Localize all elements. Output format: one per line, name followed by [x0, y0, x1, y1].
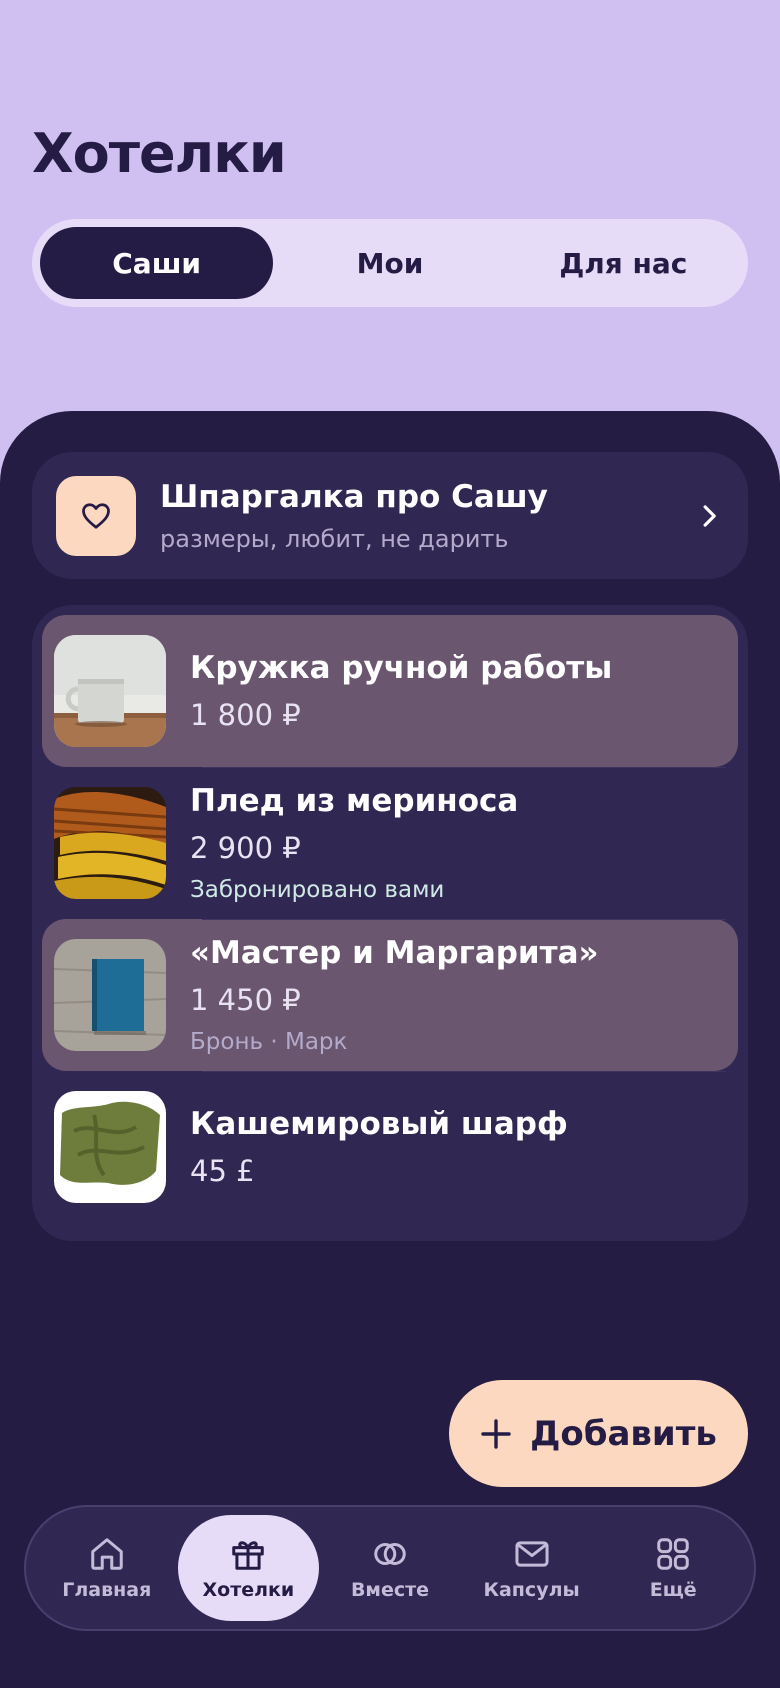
nav-label: Главная [62, 1579, 152, 1601]
blanket-thumbnail [54, 787, 166, 899]
nav-home[interactable]: Главная [36, 1515, 178, 1621]
nav-capsules[interactable]: Капсулы [461, 1515, 603, 1621]
gift-icon [232, 1541, 265, 1570]
item-title: «Мастер и Маргарита» [190, 935, 599, 971]
rings-icon [374, 1542, 406, 1566]
list-item[interactable]: Кашемировый шарф 45 £ [42, 1071, 738, 1223]
scarf-thumbnail [54, 1091, 166, 1203]
item-status: Забронировано вами [190, 877, 445, 903]
tab-moi[interactable]: Мои [273, 227, 506, 299]
segmented-control: Саши Мои Для нас [32, 219, 748, 307]
item-title: Плед из мериноса [190, 783, 519, 819]
mug-thumbnail [54, 635, 166, 747]
plus-icon [481, 1418, 511, 1449]
nav-more[interactable]: Ещё [602, 1515, 744, 1621]
nav-wishlist[interactable]: Хотелки [177, 1515, 320, 1621]
nav-label: Вместе [350, 1579, 430, 1601]
book-thumbnail [54, 939, 166, 1051]
bottom-tab-bar: Главная Хотелки Вместе Капсулы Ещё [24, 1505, 756, 1631]
grid-icon [657, 1538, 689, 1570]
list-item[interactable]: «Мастер и Маргарита» 1 450 ₽ Бронь · Мар… [42, 919, 738, 1071]
item-title: Кружка ручной работы [190, 650, 613, 686]
wishlist: Кружка ручной работы 1 800 ₽ Плед из мер… [32, 605, 748, 1241]
list-item[interactable]: Кружка ручной работы 1 800 ₽ [42, 615, 738, 767]
item-price: 45 £ [190, 1154, 255, 1188]
home-icon [91, 1538, 123, 1570]
cheatsheet-title: Шпаргалка про Сашу [160, 478, 548, 515]
nav-label: Капсулы [483, 1579, 580, 1601]
tab-sashi[interactable]: Саши [40, 227, 274, 299]
envelope-icon [515, 1541, 549, 1567]
item-price: 2 900 ₽ [190, 831, 301, 865]
page-title: Хотелки [32, 122, 287, 185]
cheatsheet-card[interactable]: Шпаргалка про Сашу размеры, любит, не да… [32, 452, 748, 579]
cheatsheet-subtitle: размеры, любит, не дарить [160, 524, 509, 553]
add-button-label: Добавить [530, 1413, 717, 1454]
list-item[interactable]: Плед из мериноса 2 900 ₽ Забронировано в… [42, 767, 738, 919]
heart-icon [56, 475, 136, 556]
item-price: 1 800 ₽ [190, 698, 301, 732]
item-title: Кашемировый шарф [190, 1106, 568, 1142]
nav-label: Ещё [649, 1579, 697, 1601]
item-status: Бронь · Марк [190, 1029, 348, 1055]
nav-together[interactable]: Вместе [319, 1515, 461, 1621]
item-price: 1 450 ₽ [190, 983, 301, 1017]
add-button[interactable]: Добавить [449, 1380, 748, 1487]
nav-label: Хотелки [202, 1579, 295, 1601]
tab-dlya-nas[interactable]: Для нас [507, 227, 740, 299]
chevron-right-icon [694, 503, 724, 529]
